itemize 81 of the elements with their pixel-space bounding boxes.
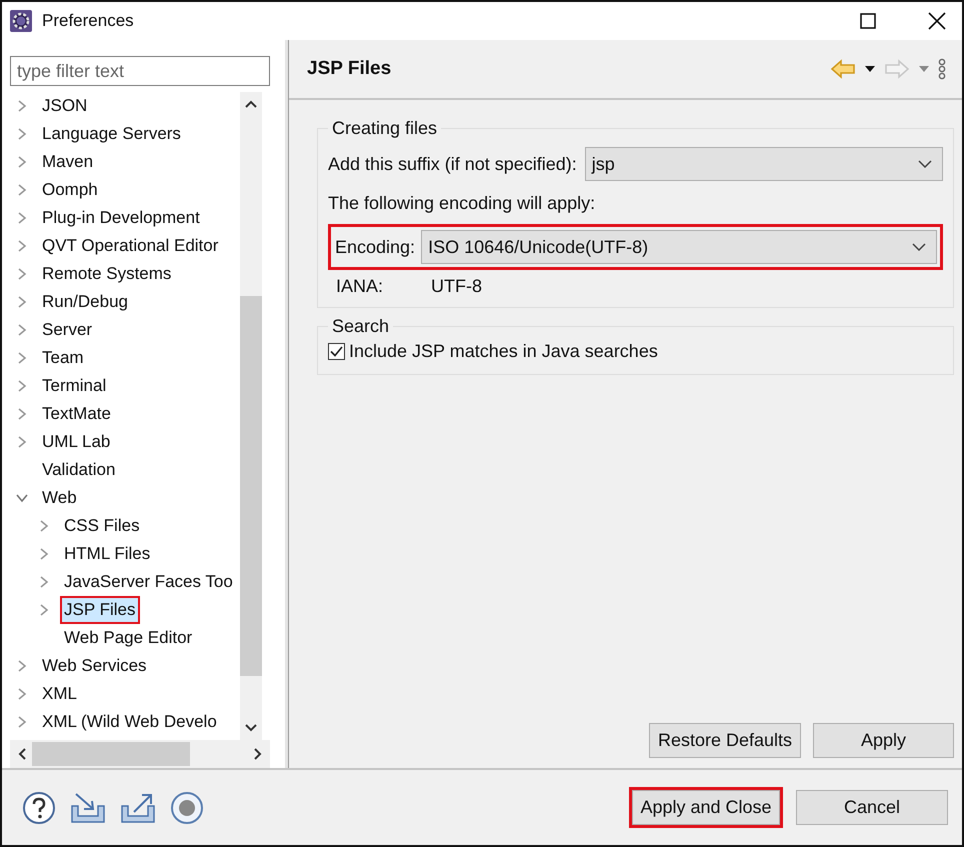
tree-item[interactable]: Oomph <box>38 176 102 204</box>
dropdown-icon[interactable] <box>865 66 875 72</box>
tree-item[interactable]: Run/Debug <box>38 288 132 316</box>
scroll-left-icon[interactable] <box>18 748 26 760</box>
horizontal-scrollbar[interactable] <box>10 740 270 768</box>
expander-icon[interactable] <box>16 408 28 420</box>
tree-item[interactable]: Web Page Editor <box>60 624 196 652</box>
apply-and-close-button[interactable]: Apply and Close <box>632 790 780 825</box>
tree-item[interactable]: CSS Files <box>60 512 144 540</box>
expander-icon[interactable] <box>16 184 28 196</box>
tree-item[interactable]: HTML Files <box>60 540 154 568</box>
tree-item[interactable]: Maven <box>38 148 98 176</box>
tree-item[interactable]: XML (Wild Web Develo <box>38 708 221 736</box>
filter-field[interactable]: type filter text <box>10 56 270 86</box>
app-icon <box>10 10 32 32</box>
page-title: JSP Files <box>307 58 392 80</box>
tree-item[interactable]: UML Lab <box>38 428 114 456</box>
close-icon[interactable] <box>928 12 946 30</box>
expander-icon[interactable] <box>16 352 28 364</box>
vertical-scrollbar[interactable] <box>240 92 262 740</box>
tree-item[interactable]: JavaServer Faces Too <box>60 568 237 596</box>
window-title: Preferences <box>42 11 134 31</box>
expander-icon[interactable] <box>38 604 50 616</box>
tree-item[interactable]: Server <box>38 316 96 344</box>
expander-icon[interactable] <box>38 576 50 588</box>
record-icon[interactable] <box>170 790 204 824</box>
import-icon[interactable] <box>70 792 106 824</box>
expander-icon[interactable] <box>16 716 28 728</box>
tree-item[interactable]: Remote Systems <box>38 260 176 288</box>
scroll-up-icon[interactable] <box>245 100 257 108</box>
checkbox-label: Include JSP matches in Java searches <box>349 341 658 362</box>
tree-item[interactable]: Plug-in Development <box>38 204 204 232</box>
help-icon[interactable] <box>22 790 56 824</box>
tree-item[interactable]: Terminal <box>38 372 110 400</box>
tree-item[interactable]: TextMate <box>38 400 115 428</box>
expander-icon[interactable] <box>16 128 28 140</box>
encoding-note: The following encoding will apply: <box>328 193 596 214</box>
tree-item[interactable]: Validation <box>38 456 120 484</box>
tree-item[interactable]: XML <box>38 680 81 708</box>
back-arrow-icon[interactable] <box>830 59 856 79</box>
suffix-label: Add this suffix (if not specified): <box>328 154 577 174</box>
forward-arrow-icon[interactable] <box>884 59 910 79</box>
expander-icon[interactable] <box>16 296 28 308</box>
expander-icon[interactable] <box>38 548 50 560</box>
apply-button[interactable]: Apply <box>813 723 954 758</box>
export-icon[interactable] <box>120 792 156 824</box>
suffix-dropdown[interactable]: jsp <box>584 147 943 181</box>
tree-item[interactable]: JSP Files <box>60 596 140 624</box>
tree-item[interactable]: QVT Operational Editor <box>38 232 222 260</box>
expander-icon[interactable] <box>16 156 28 168</box>
expander-icon[interactable] <box>38 520 50 532</box>
expander-icon[interactable] <box>16 492 28 504</box>
chevron-down-icon <box>912 243 926 251</box>
cancel-button[interactable]: Cancel <box>796 790 948 825</box>
expander-icon[interactable] <box>16 660 28 672</box>
expander-icon[interactable] <box>16 240 28 252</box>
expander-icon[interactable] <box>16 688 28 700</box>
expander-icon[interactable] <box>16 436 28 448</box>
iana-label: IANA: <box>336 276 384 297</box>
restore-defaults-button[interactable]: Restore Defaults <box>649 723 801 758</box>
expander-icon[interactable] <box>16 268 28 280</box>
maximize-icon[interactable] <box>860 13 876 29</box>
more-icon[interactable] <box>938 58 946 80</box>
tree-item[interactable]: Team <box>38 344 88 372</box>
expander-icon[interactable] <box>16 380 28 392</box>
iana-value: UTF-8 <box>431 276 482 297</box>
checkbox[interactable] <box>328 343 345 360</box>
expander-icon[interactable] <box>16 212 28 224</box>
tree-item[interactable]: Language Servers <box>38 120 185 148</box>
scroll-right-icon[interactable] <box>254 748 262 760</box>
group-title: Search <box>331 316 390 337</box>
encoding-label: Encoding: <box>335 236 416 258</box>
group-title: Creating files <box>331 118 438 139</box>
expander-icon[interactable] <box>16 324 28 336</box>
expander-icon[interactable] <box>16 100 28 112</box>
scroll-down-icon[interactable] <box>245 724 257 732</box>
tree-item[interactable]: Web <box>38 484 81 512</box>
tree-item[interactable]: Web Services <box>38 652 151 680</box>
tree-item[interactable]: JSON <box>38 92 92 120</box>
chevron-down-icon <box>918 160 932 168</box>
encoding-dropdown[interactable]: ISO 10646/Unicode(UTF-8) <box>421 230 937 264</box>
